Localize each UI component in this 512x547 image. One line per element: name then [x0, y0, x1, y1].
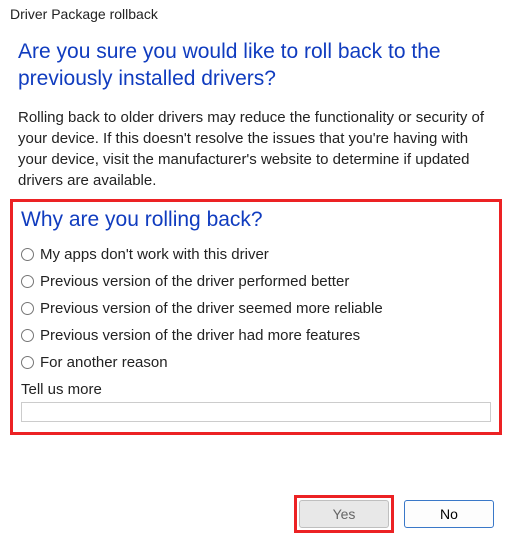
reason-heading: Why are you rolling back? — [21, 208, 491, 232]
reason-radio-input-2[interactable] — [21, 302, 34, 315]
reason-radio-label: For another reason — [40, 354, 168, 371]
reason-section-highlight: Why are you rolling back? My apps don't … — [10, 199, 502, 435]
tell-us-more-input[interactable] — [21, 402, 491, 422]
main-heading: Are you sure you would like to roll back… — [18, 38, 494, 93]
reason-radio-input-0[interactable] — [21, 248, 34, 261]
yes-button-highlight: Yes — [294, 495, 394, 533]
reason-radio-input-1[interactable] — [21, 275, 34, 288]
reason-radio-4[interactable]: For another reason — [21, 354, 491, 371]
reason-radio-2[interactable]: Previous version of the driver seemed mo… — [21, 300, 491, 317]
tell-us-more-label: Tell us more — [21, 381, 491, 398]
reason-radio-label: Previous version of the driver had more … — [40, 327, 360, 344]
reason-radio-input-4[interactable] — [21, 356, 34, 369]
dialog-content: Are you sure you would like to roll back… — [0, 24, 512, 435]
reason-radio-0[interactable]: My apps don't work with this driver — [21, 246, 491, 263]
reason-radio-label: Previous version of the driver performed… — [40, 273, 349, 290]
reason-radio-1[interactable]: Previous version of the driver performed… — [21, 273, 491, 290]
yes-button[interactable]: Yes — [299, 500, 389, 528]
reason-radio-input-3[interactable] — [21, 329, 34, 342]
reason-radio-label: My apps don't work with this driver — [40, 246, 269, 263]
reason-radio-3[interactable]: Previous version of the driver had more … — [21, 327, 491, 344]
body-text: Rolling back to older drivers may reduce… — [18, 107, 494, 191]
window-title: Driver Package rollback — [0, 0, 512, 24]
no-button[interactable]: No — [404, 500, 494, 528]
button-bar: Yes No — [294, 495, 494, 533]
reason-radio-label: Previous version of the driver seemed mo… — [40, 300, 383, 317]
